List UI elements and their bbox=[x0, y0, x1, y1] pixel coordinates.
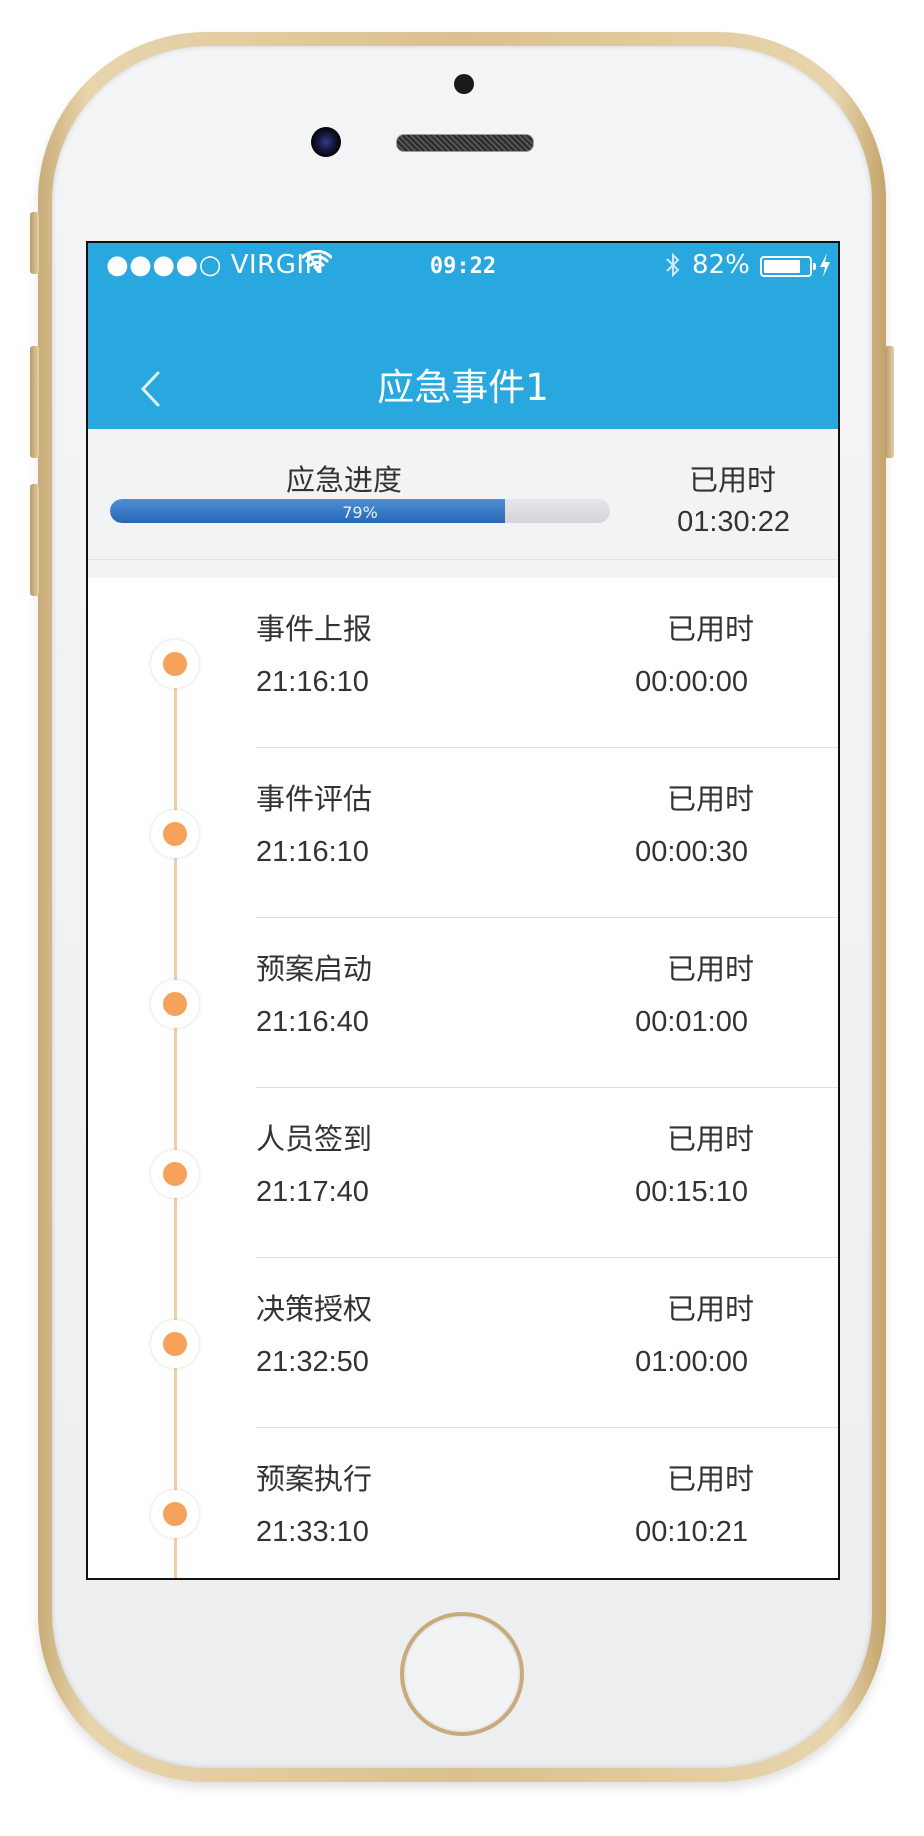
bluetooth-icon bbox=[666, 252, 680, 278]
step-name: 事件评估 bbox=[256, 782, 373, 816]
earpiece-speaker bbox=[396, 134, 534, 152]
progress-label: 应急进度 bbox=[286, 463, 403, 497]
mute-switch bbox=[30, 212, 39, 274]
step-used-time: 01:00:00 bbox=[635, 1346, 748, 1378]
power-button bbox=[885, 346, 894, 458]
page-title: 应急事件1 bbox=[377, 366, 549, 409]
volume-up-button bbox=[30, 346, 39, 458]
timeline-dot bbox=[151, 810, 199, 858]
total-used-time: 01:30:22 bbox=[677, 506, 790, 538]
front-camera bbox=[311, 127, 341, 157]
timeline-step[interactable]: 人员签到 21:17:40 已用时 00:15:10 bbox=[88, 1088, 838, 1258]
step-used-time: 00:01:00 bbox=[635, 1006, 748, 1038]
step-name: 人员签到 bbox=[256, 1122, 373, 1156]
timeline-dot bbox=[151, 1320, 199, 1368]
nav-bar: 应急事件1 bbox=[88, 289, 838, 429]
step-name: 决策授权 bbox=[256, 1292, 373, 1326]
step-name: 预案启动 bbox=[256, 952, 373, 986]
step-time: 21:32:50 bbox=[256, 1346, 369, 1378]
timeline-step[interactable]: 预案执行 21:33:10 已用时 00:10:21 bbox=[88, 1428, 838, 1578]
step-used-label: 已用时 bbox=[666, 1462, 754, 1496]
step-used-time: 00:00:00 bbox=[635, 666, 748, 698]
step-used-time: 00:00:30 bbox=[635, 836, 748, 868]
status-bar: ●●●●○ VIRGIN 09:22 82% bbox=[88, 243, 838, 289]
progress-bar: 79% bbox=[110, 499, 610, 523]
timeline-step[interactable]: 决策授权 21:32:50 已用时 01:00:00 bbox=[88, 1258, 838, 1428]
timeline-step[interactable]: 事件上报 21:16:10 已用时 00:00:00 bbox=[88, 578, 838, 748]
step-used-label: 已用时 bbox=[666, 612, 754, 646]
volume-down-button bbox=[30, 484, 39, 596]
battery-fill bbox=[764, 260, 801, 273]
timeline-dot bbox=[151, 640, 199, 688]
charging-icon bbox=[820, 253, 830, 277]
app-screen: ●●●●○ VIRGIN 09:22 82% 应急事件1 应急进度 79% 已用… bbox=[86, 241, 840, 1580]
timeline-dot bbox=[151, 1150, 199, 1198]
total-used-label: 已用时 bbox=[688, 463, 776, 497]
battery-percent: 82% bbox=[692, 250, 750, 280]
step-time: 21:33:10 bbox=[256, 1516, 369, 1548]
step-used-label: 已用时 bbox=[666, 782, 754, 816]
step-time: 21:17:40 bbox=[256, 1176, 369, 1208]
proximity-sensor bbox=[454, 74, 474, 94]
step-name: 事件上报 bbox=[256, 612, 373, 646]
timeline-step[interactable]: 事件评估 21:16:10 已用时 00:00:30 bbox=[88, 748, 838, 918]
timeline-dot bbox=[151, 1490, 199, 1538]
step-used-label: 已用时 bbox=[666, 952, 754, 986]
timeline-dot bbox=[151, 980, 199, 1028]
step-time: 21:16:40 bbox=[256, 1006, 369, 1038]
step-used-time: 00:15:10 bbox=[635, 1176, 748, 1208]
step-used-label: 已用时 bbox=[666, 1292, 754, 1326]
step-time: 21:16:10 bbox=[256, 666, 369, 698]
battery-icon bbox=[760, 256, 816, 277]
timeline-step[interactable]: 预案启动 21:16:40 已用时 00:01:00 bbox=[88, 918, 838, 1088]
progress-percent: 79% bbox=[342, 503, 378, 522]
progress-panel: 应急进度 79% 已用时 01:30:22 bbox=[88, 429, 838, 560]
step-name: 预案执行 bbox=[256, 1462, 373, 1496]
step-used-label: 已用时 bbox=[666, 1122, 754, 1156]
home-button[interactable] bbox=[400, 1612, 524, 1736]
step-time: 21:16:10 bbox=[256, 836, 369, 868]
timeline: 事件上报 21:16:10 已用时 00:00:00 事件评估 21:16:10… bbox=[88, 578, 838, 1578]
step-used-time: 00:10:21 bbox=[635, 1516, 748, 1548]
